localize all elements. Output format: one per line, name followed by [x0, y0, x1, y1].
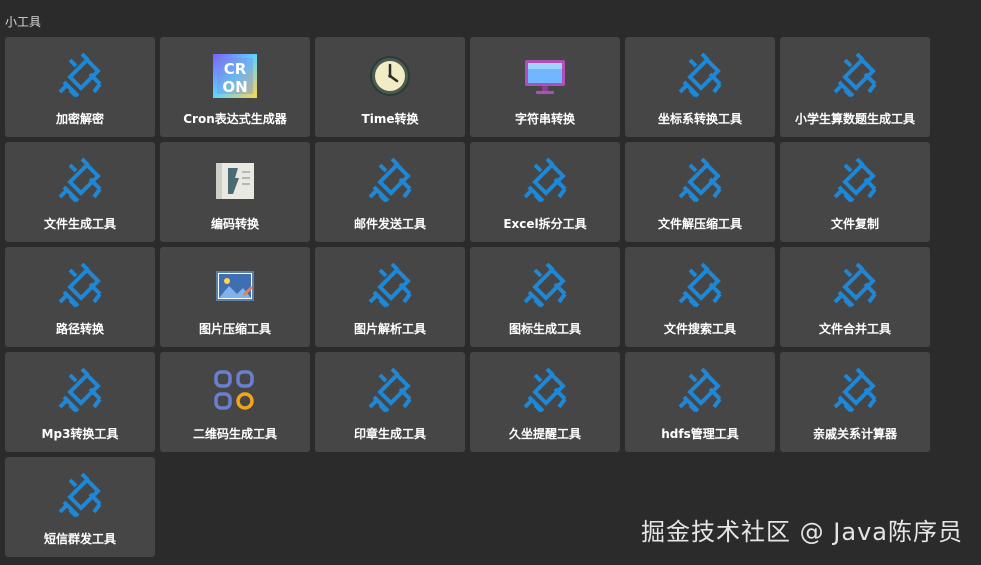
- tool-tile[interactable]: hdfs管理工具: [625, 352, 775, 452]
- svg-text:CR: CR: [224, 60, 247, 78]
- tool-label: 文件解压缩工具: [657, 217, 742, 231]
- tool-tile[interactable]: 小学生算数题生成工具: [780, 37, 930, 137]
- plug-icon: [520, 156, 570, 206]
- tool-label: 字符串转换: [514, 112, 575, 126]
- plug-icon: [55, 471, 105, 521]
- tool-tile[interactable]: 图标生成工具: [470, 247, 620, 347]
- tool-label: Mp3转换工具: [41, 427, 119, 441]
- plug-icon: [830, 156, 880, 206]
- tool-label: 文件生成工具: [43, 217, 116, 231]
- monitor-icon: [520, 51, 570, 101]
- tool-label: hdfs管理工具: [661, 427, 739, 441]
- tool-label: Time转换: [361, 112, 419, 126]
- image-icon: [210, 261, 260, 311]
- tool-label: 邮件发送工具: [353, 217, 426, 231]
- tool-tile[interactable]: 字符串转换: [470, 37, 620, 137]
- plug-icon: [520, 261, 570, 311]
- plug-icon: [830, 366, 880, 416]
- plug-icon: [675, 156, 725, 206]
- tool-tile[interactable]: 文件合并工具: [780, 247, 930, 347]
- tool-label: 图片解析工具: [353, 322, 426, 336]
- tool-label: 文件合并工具: [818, 322, 891, 336]
- clock-icon: [365, 51, 415, 101]
- tool-tile[interactable]: CR ON Cron表达式生成器: [160, 37, 310, 137]
- tool-label: 二维码生成工具: [192, 427, 277, 441]
- tool-tile[interactable]: 亲戚关系计算器: [780, 352, 930, 452]
- tool-label: 短信群发工具: [43, 532, 116, 546]
- tool-tile[interactable]: 印章生成工具: [315, 352, 465, 452]
- tool-tile[interactable]: 坐标系转换工具: [625, 37, 775, 137]
- tool-label: 文件搜索工具: [663, 322, 736, 336]
- tool-tile[interactable]: 文件搜索工具: [625, 247, 775, 347]
- cron-icon: CR ON: [210, 51, 260, 101]
- tool-tile[interactable]: 短信群发工具: [5, 457, 155, 557]
- plug-icon: [365, 366, 415, 416]
- plug-icon: [675, 261, 725, 311]
- tool-tile[interactable]: Mp3转换工具: [5, 352, 155, 452]
- tool-label: 文件复制: [830, 217, 879, 231]
- plug-icon: [520, 366, 570, 416]
- tool-label: 久坐提醒工具: [508, 427, 581, 441]
- plug-icon: [365, 261, 415, 311]
- plug-icon: [830, 261, 880, 311]
- apps-grid-icon: [210, 366, 260, 416]
- tool-tile[interactable]: 文件生成工具: [5, 142, 155, 242]
- tool-tile[interactable]: Time转换: [315, 37, 465, 137]
- tool-label: 图片压缩工具: [198, 322, 271, 336]
- tool-label: 加密解密: [55, 112, 104, 126]
- tool-tile[interactable]: 二维码生成工具: [160, 352, 310, 452]
- tool-tile[interactable]: Excel拆分工具: [470, 142, 620, 242]
- watermark: 掘金技术社区 @ Java陈序员: [641, 518, 963, 546]
- plug-icon: [675, 366, 725, 416]
- plug-icon: [55, 156, 105, 206]
- tool-label: Cron表达式生成器: [183, 112, 287, 126]
- tool-label: 图标生成工具: [508, 322, 581, 336]
- plug-icon: [830, 51, 880, 101]
- tool-tile[interactable]: 编码转换: [160, 142, 310, 242]
- svg-text:ON: ON: [222, 78, 247, 96]
- tool-label: Excel拆分工具: [503, 217, 587, 231]
- tool-tile[interactable]: 久坐提醒工具: [470, 352, 620, 452]
- tool-tile[interactable]: 图片压缩工具: [160, 247, 310, 347]
- tool-label: 小学生算数题生成工具: [794, 112, 915, 126]
- document-icon: [210, 156, 260, 206]
- tool-label: 编码转换: [210, 217, 259, 231]
- tool-label: 坐标系转换工具: [657, 112, 742, 126]
- tool-label: 路径转换: [55, 322, 104, 336]
- plug-icon: [55, 51, 105, 101]
- plug-icon: [55, 261, 105, 311]
- tools-page: 小工具 加密解密 CR ON Cron表达式生成器 Time转换 字符串转换 坐…: [0, 0, 981, 565]
- tool-label: 亲戚关系计算器: [812, 427, 897, 441]
- plug-icon: [365, 156, 415, 206]
- tool-grid: 加密解密 CR ON Cron表达式生成器 Time转换 字符串转换 坐标系转换…: [5, 37, 930, 557]
- tool-tile[interactable]: 文件解压缩工具: [625, 142, 775, 242]
- tool-tile[interactable]: 加密解密: [5, 37, 155, 137]
- plug-icon: [55, 366, 105, 416]
- tool-tile[interactable]: 图片解析工具: [315, 247, 465, 347]
- section-title: 小工具: [5, 15, 42, 29]
- tool-tile[interactable]: 邮件发送工具: [315, 142, 465, 242]
- plug-icon: [675, 51, 725, 101]
- tool-tile[interactable]: 路径转换: [5, 247, 155, 347]
- tool-label: 印章生成工具: [353, 427, 426, 441]
- tool-tile[interactable]: 文件复制: [780, 142, 930, 242]
